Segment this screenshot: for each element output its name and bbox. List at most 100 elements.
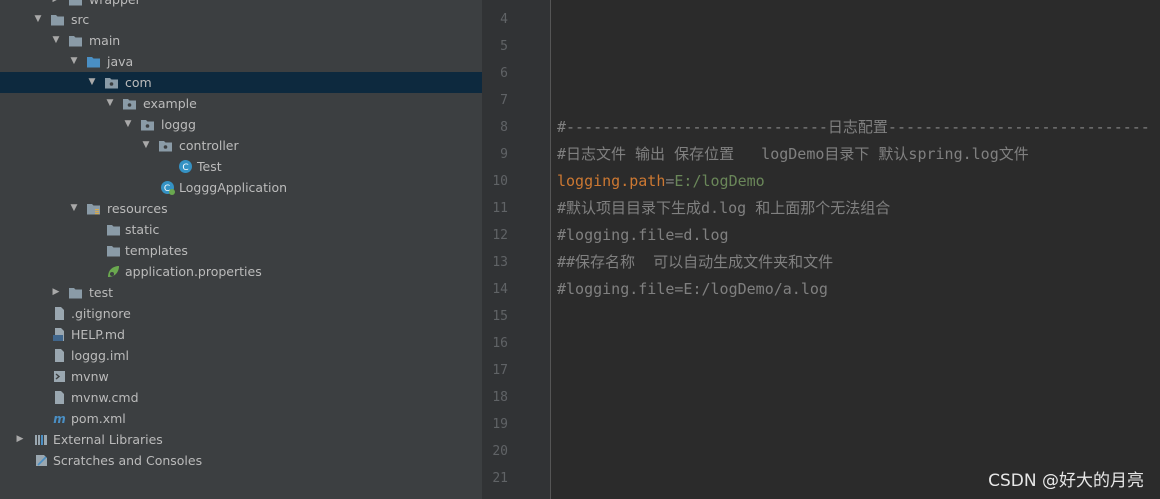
tree-item-label: pom.xml (71, 411, 126, 426)
tree-item-label: mvnw (71, 369, 109, 384)
tree-item-label: application.properties (125, 264, 262, 279)
tree-item-label: main (89, 33, 121, 48)
tree-item-label: templates (125, 243, 188, 258)
code-line-comment: ##保存名称 可以自动生成文件夹和文件 (557, 253, 834, 271)
property-value: E:/logDemo (674, 172, 765, 190)
tree-item-label: example (143, 96, 197, 111)
file-icon (52, 306, 67, 321)
code-line-comment: #默认项目目录下生成d.log 和上面那个无法组合 (557, 199, 891, 217)
resources-folder-icon (86, 201, 101, 216)
tree-item-java[interactable]: ▼ java (0, 51, 482, 72)
line-number: 14 (492, 282, 508, 297)
class-icon: C (178, 159, 193, 174)
tree-item-templates[interactable]: templates (0, 240, 482, 261)
tree-item-mvnw-cmd[interactable]: mvnw.cmd (0, 387, 482, 408)
line-number-gutter: 4 5 6 7 8 9 10 11 12 13 14 15 16 17 18 1… (482, 0, 551, 499)
line-number: 7 (500, 93, 508, 108)
tree-item-label: controller (179, 138, 239, 153)
tree-item-src[interactable]: ▼ src (0, 9, 482, 30)
chevron-down-icon[interactable]: ▼ (32, 9, 44, 30)
line-number: 11 (492, 201, 508, 216)
code-line-property: logging.path=E:/logDemo (557, 168, 765, 195)
line-number: 19 (492, 417, 508, 432)
markdown-file-icon (52, 327, 67, 342)
tree-item-example[interactable]: ▼ example (0, 93, 482, 114)
folder-icon (68, 0, 83, 7)
line-number: 21 (492, 471, 508, 486)
tree-item-label: .gitignore (71, 306, 131, 321)
chevron-down-icon[interactable]: ▼ (68, 198, 80, 219)
line-number: 8 (500, 120, 508, 135)
tree-item-controller[interactable]: ▼ controller (0, 135, 482, 156)
tree-item-label: loggg.iml (71, 348, 130, 363)
file-icon (52, 390, 67, 405)
tree-item-resources[interactable]: ▼ resources (0, 198, 482, 219)
folder-icon (68, 285, 83, 300)
svg-text:C: C (182, 163, 188, 173)
tree-item-label: Test (197, 159, 222, 174)
tree-item-main[interactable]: ▼ main (0, 30, 482, 51)
tree-item-label: LogggApplication (179, 180, 288, 195)
line-number: 13 (492, 255, 508, 270)
tree-item-label: test (89, 285, 114, 300)
package-icon (158, 138, 173, 153)
tree-item-loggg[interactable]: ▼ loggg (0, 114, 482, 135)
chevron-down-icon[interactable]: ▼ (68, 51, 80, 72)
tree-item-label: Scratches and Consoles (53, 453, 203, 468)
tree-item-com[interactable]: ▼ com (0, 72, 482, 93)
chevron-right-icon[interactable]: ▶ (50, 282, 62, 303)
tree-item-scratches-and-consoles[interactable]: Scratches and Consoles (0, 450, 482, 471)
tree-item-static[interactable]: static (0, 219, 482, 240)
tree-item-label: resources (107, 201, 168, 216)
tree-item-label: External Libraries (53, 432, 163, 447)
maven-icon: m (52, 411, 67, 426)
project-tree-panel: ▶ wrapper ▼ src ▼ main ▼ java ▼ com ▼ ex… (0, 0, 482, 499)
line-number: 10 (492, 174, 508, 189)
libraries-icon (34, 432, 49, 447)
tree-item-test[interactable]: ▶ test (0, 282, 482, 303)
tree-item-test-class[interactable]: C Test (0, 156, 482, 177)
tree-item-label: src (71, 12, 90, 27)
line-number: 17 (492, 363, 508, 378)
chevron-down-icon[interactable]: ▼ (122, 114, 134, 135)
line-number: 18 (492, 390, 508, 405)
package-icon (122, 96, 137, 111)
tree-item-loggg-iml[interactable]: loggg.iml (0, 345, 482, 366)
line-number: 20 (492, 444, 508, 459)
package-icon (104, 75, 119, 90)
folder-icon (68, 33, 83, 48)
tree-item-mvnw[interactable]: mvnw (0, 366, 482, 387)
line-number: 6 (500, 66, 508, 81)
tree-item-external-libraries[interactable]: ▶ External Libraries (0, 429, 482, 450)
tree-item-pom-xml[interactable]: m pom.xml (0, 408, 482, 429)
chevron-down-icon[interactable]: ▼ (140, 135, 152, 156)
code-line-comment: #logging.file=E:/logDemo/a.log (557, 280, 828, 298)
tree-item-label: com (125, 75, 152, 90)
tree-item-application-properties[interactable]: application.properties (0, 261, 482, 282)
source-folder-icon (86, 54, 101, 69)
svg-text:m: m (53, 412, 66, 426)
tree-item-label: loggg (161, 117, 196, 132)
tree-item-label: static (125, 222, 160, 237)
spring-leaf-icon (106, 264, 121, 279)
shell-script-icon (52, 369, 67, 384)
chevron-down-icon[interactable]: ▼ (104, 93, 116, 114)
line-number: 5 (500, 39, 508, 54)
code-editor[interactable]: 4 5 6 7 8 9 10 11 12 13 14 15 16 17 18 1… (482, 0, 1160, 499)
tree-item-gitignore[interactable]: .gitignore (0, 303, 482, 324)
line-number: 12 (492, 228, 508, 243)
tree-item-label: mvnw.cmd (71, 390, 139, 405)
code-line-comment: #日志文件 输出 保存位置 logDemo目录下 默认spring.log文件 (557, 145, 1029, 163)
chevron-down-icon[interactable]: ▼ (50, 30, 62, 51)
folder-icon (50, 12, 65, 27)
line-number: 16 (492, 336, 508, 351)
package-icon (140, 117, 155, 132)
chevron-right-icon[interactable]: ▶ (14, 429, 26, 450)
tree-item-loggg-application[interactable]: C LogggApplication (0, 177, 482, 198)
file-icon (52, 348, 67, 363)
line-number: 15 (492, 309, 508, 324)
tree-item-help-md[interactable]: HELP.md (0, 324, 482, 345)
chevron-down-icon[interactable]: ▼ (86, 72, 98, 93)
tree-item-label: java (107, 54, 134, 69)
code-line-comment: #logging.file=d.log (557, 226, 729, 244)
